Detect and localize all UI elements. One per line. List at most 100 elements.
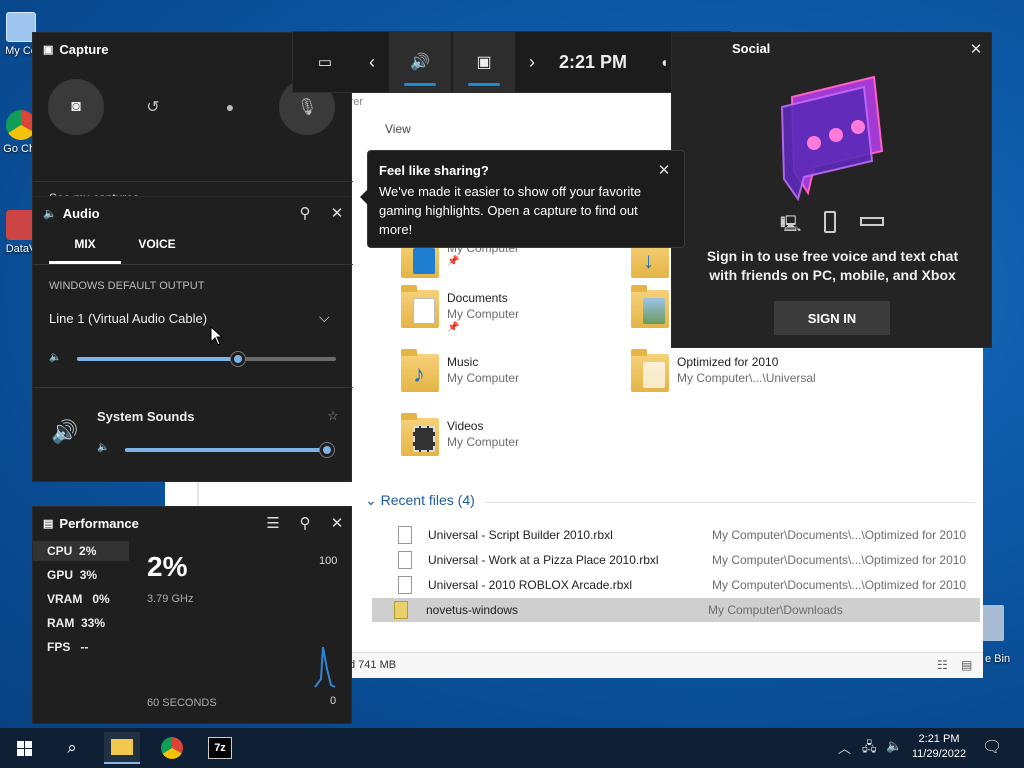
- notifications-icon[interactable]: 🗨: [982, 737, 1002, 757]
- recent-row[interactable]: Universal - Work at a Pizza Place 2010.r…: [394, 548, 999, 572]
- sign-in-button[interactable]: SIGN IN: [774, 301, 890, 335]
- quick-item-videos[interactable]: Videos My Computer: [401, 413, 519, 456]
- master-volume-slider[interactable]: [77, 351, 336, 367]
- quick-item-music[interactable]: ♪ Music My Computer: [401, 349, 519, 392]
- taskbar-7zip[interactable]: 7z: [202, 732, 238, 764]
- pc-icon: 🖳: [780, 216, 802, 233]
- sign-in-message: Sign in to use free voice and text chat …: [706, 248, 959, 283]
- stat-gpu[interactable]: GPU 3%: [47, 568, 97, 582]
- pin-icon[interactable]: ⚲: [295, 513, 315, 533]
- performance-icon: ▤: [43, 517, 54, 530]
- folder-icon: [111, 739, 133, 755]
- recent-row[interactable]: Universal - 2010 ROBLOX Arcade.rbxl My Co…: [394, 573, 999, 597]
- 7zip-icon: 7z: [208, 737, 232, 759]
- audio-toggle-button[interactable]: 🔊: [389, 32, 451, 92]
- tiles-view-icon[interactable]: ▤: [961, 658, 972, 672]
- camera-icon: ◙: [71, 98, 81, 115]
- pin-icon[interactable]: ⚲: [295, 203, 315, 223]
- recent-files-header[interactable]: ⌄ Recent files (4): [365, 492, 475, 509]
- output-device-select[interactable]: Line 1 (Virtual Audio Cable): [49, 311, 207, 326]
- network-icon[interactable]: 🖧: [862, 738, 877, 760]
- close-icon[interactable]: ✕: [327, 513, 347, 533]
- pin-icon: 📌: [447, 256, 460, 267]
- close-icon[interactable]: ✕: [966, 39, 986, 59]
- speaker-icon: 🔈: [49, 352, 62, 363]
- social-widget: Social ✕ 🖳 Sign in to use free voice and…: [671, 32, 992, 348]
- file-icon: [398, 551, 412, 569]
- camera-icon: ▣: [43, 43, 54, 56]
- speaker-icon: 🔈: [43, 207, 57, 220]
- close-icon[interactable]: ✕: [327, 203, 347, 223]
- recycle-bin-icon[interactable]: [980, 605, 1004, 641]
- widget-menu-button[interactable]: ▭: [307, 32, 343, 92]
- quick-item-optimized[interactable]: Optimized for 2010 My Computer\...\Univer…: [631, 349, 816, 392]
- output-section-label: WINDOWS DEFAULT OUTPUT: [49, 280, 205, 292]
- capture-toggle-button[interactable]: ▣: [453, 32, 515, 92]
- cpu-graph: [314, 646, 336, 688]
- graph-max: 100: [319, 555, 338, 567]
- file-icon: [398, 526, 412, 544]
- start-button[interactable]: [6, 732, 42, 764]
- stat-ram[interactable]: RAM 33%: [47, 616, 105, 630]
- taskbar-clock[interactable]: 2:21 PM 11/29/2022: [906, 732, 972, 762]
- chevron-down-icon[interactable]: ⌵: [319, 309, 330, 326]
- taskbar-chrome[interactable]: [154, 732, 190, 764]
- documents-folder-icon: [401, 285, 439, 328]
- recycle-bin-label: e Bin: [985, 653, 1011, 665]
- details-view-icon[interactable]: ☷: [937, 658, 948, 672]
- chrome-icon: [161, 737, 183, 759]
- tab-mix[interactable]: MIX: [49, 237, 121, 251]
- speaker-icon: 🔈: [97, 442, 110, 453]
- record-icon: ●: [225, 99, 235, 115]
- audio-title: Audio: [62, 205, 100, 221]
- scroll-left-button[interactable]: ‹: [357, 32, 387, 92]
- app-name: System Sounds: [97, 409, 195, 424]
- game-bar: ▭ ‹ 🔊 ▣ › 2:21 PM ◖ ⚙: [292, 31, 731, 93]
- record-last-icon: ↺: [146, 99, 160, 116]
- quick-item-documents[interactable]: Documents My Computer 📌: [401, 285, 519, 333]
- star-icon[interactable]: ☆: [323, 406, 343, 426]
- search-button[interactable]: ⌕: [54, 732, 90, 764]
- chat-bubble-icon: [780, 75, 884, 201]
- taskbar-explorer[interactable]: [104, 732, 140, 764]
- videos-folder-icon: [401, 413, 439, 456]
- performance-widget: ▤ Performance ☰ ⚲ ✕ CPU 2% GPU 3% VRAM 0%…: [32, 506, 352, 724]
- chevron-down-icon: ⌄: [365, 492, 381, 508]
- capture-icon: ▣: [476, 54, 492, 71]
- speaker-icon: 🔊: [410, 54, 430, 71]
- widget-menu-icon: ▭: [317, 54, 333, 71]
- mic-off-icon: 🎙: [296, 99, 318, 116]
- search-icon: ⌕: [67, 738, 77, 757]
- start-recording-button[interactable]: ●: [202, 79, 258, 135]
- close-icon[interactable]: ✕: [654, 160, 674, 180]
- chevron-right-icon: ›: [529, 51, 535, 72]
- chevron-up-icon[interactable]: ︿: [838, 738, 851, 757]
- recent-row[interactable]: Universal - Script Builder 2010.rbxl My C…: [394, 523, 999, 547]
- tab-voice[interactable]: VOICE: [129, 237, 185, 251]
- graph-window-label: 60 SECONDS: [147, 697, 217, 709]
- big-value: 2%: [147, 551, 188, 582]
- clock: 2:21 PM: [558, 51, 628, 72]
- tooltip-body: We've made it easier to show off your fa…: [379, 184, 642, 237]
- stat-vram[interactable]: VRAM 0%: [47, 592, 110, 606]
- chevron-left-icon: ‹: [369, 51, 375, 72]
- stat-cpu[interactable]: CPU 2%: [47, 544, 96, 558]
- capture-title: Capture: [59, 41, 109, 57]
- sharing-tooltip: Feel like sharing? We've made it easier …: [360, 150, 685, 248]
- options-icon[interactable]: ☰: [263, 513, 283, 533]
- stat-fps[interactable]: FPS --: [47, 640, 88, 654]
- scroll-right-button[interactable]: ›: [517, 32, 547, 92]
- menu-view[interactable]: View: [385, 122, 411, 136]
- graph-min: 0: [330, 695, 337, 707]
- recent-row-selected[interactable]: novetus-windows My Computer\Downloads: [372, 598, 980, 622]
- file-icon: [398, 576, 412, 594]
- app-volume-slider[interactable]: [125, 442, 335, 458]
- tooltip-title: Feel like sharing?: [379, 163, 489, 178]
- social-title: Social: [732, 41, 771, 56]
- zip-folder-icon: [394, 601, 408, 619]
- mobile-icon: [824, 211, 836, 233]
- screenshot-button[interactable]: ◙: [48, 79, 104, 135]
- console-icon: [860, 217, 884, 226]
- volume-icon[interactable]: 🔈: [886, 738, 902, 754]
- record-last-button[interactable]: ↺: [125, 79, 181, 135]
